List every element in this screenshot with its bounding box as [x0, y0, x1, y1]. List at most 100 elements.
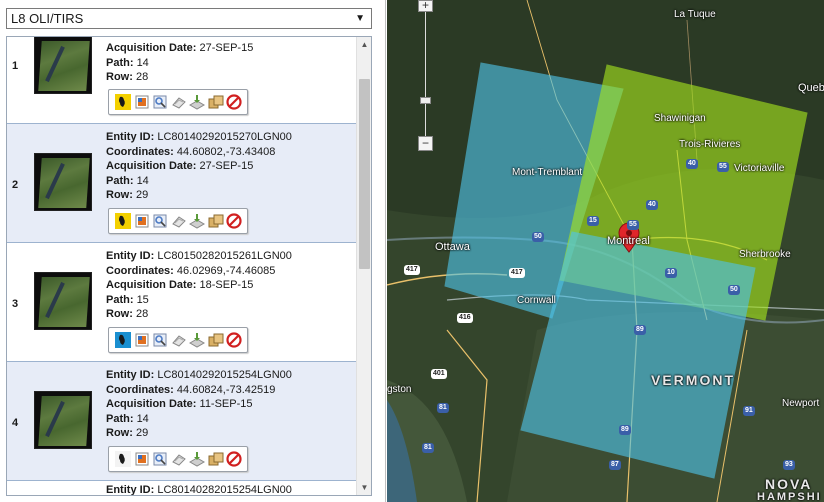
row-label: Row:	[106, 308, 133, 320]
zoom-track[interactable]	[425, 12, 426, 136]
map-label-montreal: Montreal	[607, 235, 650, 247]
download-icon[interactable]	[189, 94, 205, 110]
highway-shield: 40	[646, 200, 658, 210]
highway-shield: 417	[404, 265, 420, 275]
acquisition-date-line: Acquisition Date: 27-SEP-15	[106, 159, 292, 174]
metadata-icon[interactable]	[171, 332, 187, 348]
row-label: Row:	[106, 427, 133, 439]
dropdown-arrow-icon: ▼	[355, 13, 365, 24]
metadata-icon[interactable]	[171, 94, 187, 110]
footprint-icon[interactable]	[115, 94, 131, 110]
zoom-slider-handle[interactable]	[420, 97, 431, 104]
highway-shield: 417	[509, 268, 525, 278]
row-value: 29	[135, 189, 149, 201]
scrollbar[interactable]: ▲ ▼	[356, 37, 371, 495]
coordinates-value: 44.60824,-73.42519	[176, 383, 276, 396]
compare-icon[interactable]	[152, 213, 168, 229]
result-row[interactable]: 4 Entity ID: LC80140292015254LGN00 Coordin…	[7, 362, 356, 481]
highway-shield: 93	[783, 460, 795, 470]
map[interactable]: La Tuque Quebe Shawinigan Trois-Rivieres…	[387, 0, 824, 502]
order-icon[interactable]	[208, 94, 224, 110]
overlay-icon[interactable]	[134, 94, 150, 110]
zoom-in-button[interactable]: +	[418, 0, 433, 12]
acquisition-date-value: 11-SEP-15	[199, 398, 253, 410]
path-label: Path:	[106, 56, 134, 69]
highway-shield: 91	[743, 406, 755, 416]
acquisition-date-value: 27-SEP-15	[199, 160, 254, 172]
path-value: 14	[136, 174, 149, 187]
compare-icon[interactable]	[152, 451, 168, 467]
scroll-thumb[interactable]	[359, 79, 370, 269]
acquisition-date-line: Acquisition Date: 11-SEP-15	[106, 397, 292, 412]
scene-info: Entity ID: LC80140292015270LGN00 Coordina…	[106, 130, 292, 203]
map-label-sherbrooke: Sherbrooke	[739, 249, 791, 260]
scene-info: Entity ID: LC80140292015254LGN00 Coordina…	[106, 368, 292, 441]
coordinates-line: Coordinates: 44.60824,-73.42519	[106, 383, 292, 398]
map-label-vermont: VERMONT	[651, 372, 735, 388]
order-icon[interactable]	[208, 332, 224, 348]
acquisition-date-label: Acquisition Date:	[106, 160, 197, 172]
compare-icon[interactable]	[152, 332, 168, 348]
row-label: Row:	[106, 189, 133, 201]
acquisition-date-value: 18-SEP-15	[199, 279, 254, 291]
coordinates-label: Coordinates:	[106, 383, 174, 396]
row-value: 29	[135, 427, 149, 439]
order-icon[interactable]	[208, 451, 224, 467]
result-number: 3	[12, 298, 19, 310]
map-label-la-tuque: La Tuque	[674, 9, 716, 20]
order-icon[interactable]	[208, 213, 224, 229]
map-label-mont-tremblant: Mont-Tremblant	[512, 167, 583, 178]
highway-shield: 416	[457, 313, 473, 323]
download-icon[interactable]	[189, 213, 205, 229]
exclude-icon[interactable]	[226, 213, 242, 229]
overlay-icon[interactable]	[134, 332, 150, 348]
result-row[interactable]: 3 Entity ID: LC80150282015261LGN00 Coordin…	[7, 243, 356, 362]
scene-info: Acquisition Date: 27-SEP-15 Path: 14 Row: …	[106, 41, 253, 85]
download-icon[interactable]	[189, 451, 205, 467]
metadata-icon[interactable]	[171, 213, 187, 229]
metadata-icon[interactable]	[171, 451, 187, 467]
map-label-quebec: Quebe	[798, 82, 824, 94]
result-row[interactable]: Entity ID: LC80140282015254LGN00	[7, 481, 356, 495]
row-line: Row: 29	[106, 188, 292, 203]
row-line: Row: 29	[106, 426, 292, 441]
scene-thumbnail[interactable]	[34, 391, 92, 449]
exclude-icon[interactable]	[226, 94, 242, 110]
exclude-icon[interactable]	[226, 332, 242, 348]
scroll-up-button[interactable]: ▲	[357, 37, 371, 52]
coordinates-value: 46.02969,-74.46085	[176, 264, 276, 277]
scene-thumbnail[interactable]	[34, 272, 92, 330]
scene-thumbnail[interactable]	[34, 37, 92, 94]
overlay-icon[interactable]	[134, 213, 150, 229]
row-label: Row:	[106, 71, 133, 83]
zoom-out-button[interactable]: −	[418, 136, 433, 151]
dataset-select[interactable]: L8 OLI/TIRS ▼	[6, 8, 372, 29]
zoom-control: + −	[418, 0, 438, 152]
highway-shield: 81	[437, 403, 449, 413]
scroll-down-button[interactable]: ▼	[357, 480, 371, 495]
footprint-icon[interactable]	[115, 451, 131, 467]
path-label: Path:	[106, 293, 134, 306]
exclude-icon[interactable]	[226, 451, 242, 467]
highway-shield: 81	[422, 443, 434, 453]
entity-id-label: Entity ID:	[106, 131, 155, 143]
path-line: Path: 15	[106, 293, 292, 308]
entity-id-label: Entity ID:	[106, 369, 155, 381]
entity-id-value: LC80140292015254LGN00	[157, 369, 292, 381]
result-number: 1	[12, 60, 19, 72]
footprint-icon[interactable]	[115, 332, 131, 348]
highway-shield: 50	[532, 232, 544, 242]
scene-toolbar	[108, 208, 248, 234]
result-row[interactable]: 2 Entity ID: LC80140292015270LGN00 Coordin…	[7, 124, 356, 243]
map-label-newport: Newport	[782, 398, 820, 409]
result-row[interactable]: 1 Acquisition Date: 27-SEP-15 Path: 14 Row:…	[7, 37, 356, 124]
entity-id-line: Entity ID: LC80140292015270LGN00	[106, 130, 292, 145]
overlay-icon[interactable]	[134, 451, 150, 467]
acquisition-date-value: 27-SEP-15	[199, 42, 254, 54]
compare-icon[interactable]	[152, 94, 168, 110]
scene-thumbnail[interactable]	[34, 153, 92, 211]
download-icon[interactable]	[189, 332, 205, 348]
path-line: Path: 14	[106, 412, 292, 427]
footprint-icon[interactable]	[115, 213, 131, 229]
highway-shield: 15	[587, 216, 599, 226]
